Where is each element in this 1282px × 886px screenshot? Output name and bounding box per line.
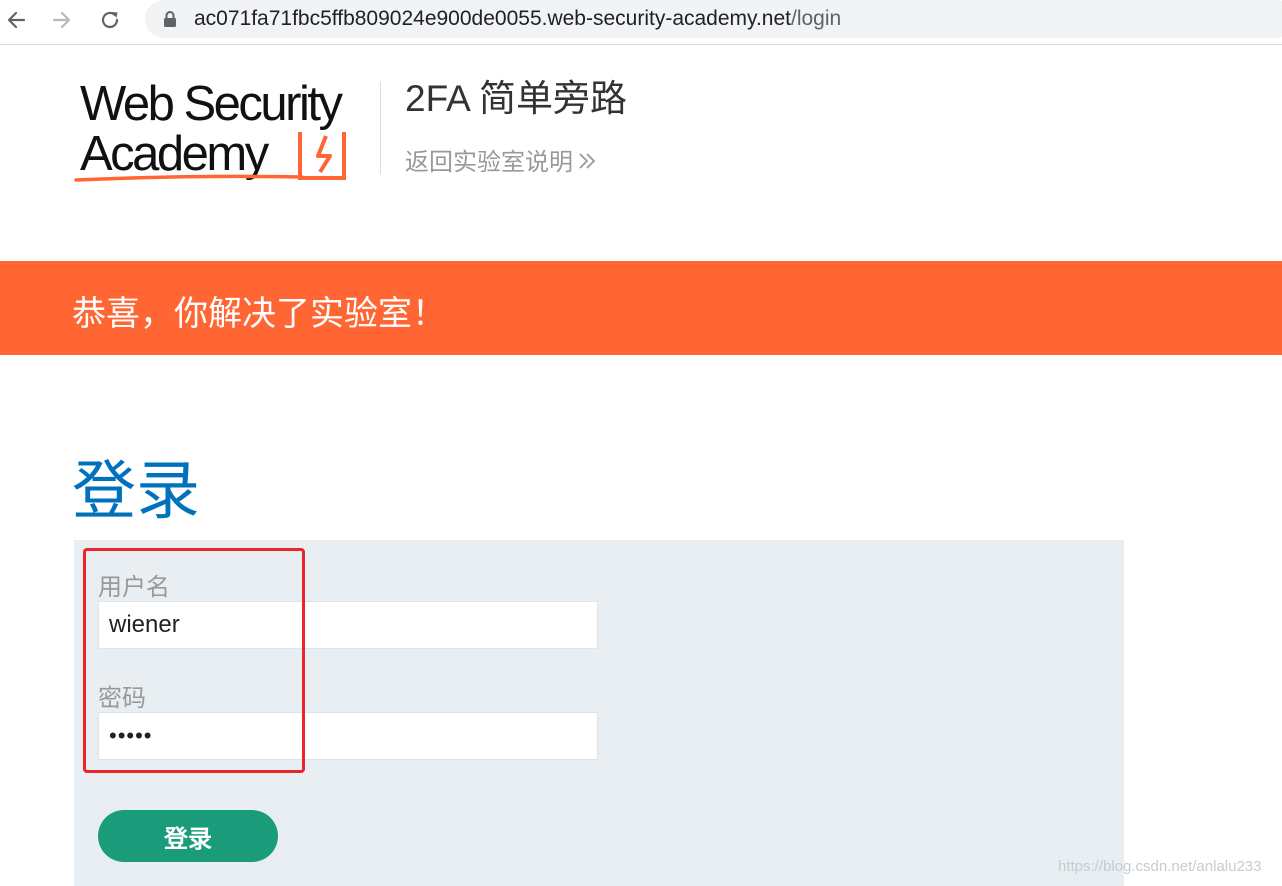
back-to-lab-description-link[interactable]: 返回实验室说明 — [405, 142, 597, 177]
username-label: 用户名 — [98, 574, 170, 601]
forward-button[interactable] — [46, 4, 78, 36]
web-security-academy-logo[interactable]: Web Security Academy — [74, 74, 374, 192]
browser-toolbar: ac071fa71fbc5ffb809024e900de0055.web-sec… — [0, 0, 1282, 45]
lock-icon — [164, 11, 176, 27]
username-input[interactable] — [98, 601, 598, 649]
lab-solved-banner: 恭喜，你解决了实验室！ — [0, 261, 1282, 355]
address-bar[interactable]: ac071fa71fbc5ffb809024e900de0055.web-sec… — [145, 0, 1282, 38]
header-divider — [380, 82, 381, 174]
login-button[interactable]: 登录 — [98, 810, 278, 862]
arrow-right-icon — [52, 11, 71, 29]
url-path: /login — [791, 7, 842, 30]
url-text: ac071fa71fbc5ffb809024e900de0055.web-sec… — [194, 6, 841, 32]
double-chevron-right-icon — [579, 153, 596, 169]
login-heading: 登录 — [72, 455, 200, 527]
back-link-label: 返回实验室说明 — [405, 149, 573, 176]
back-button[interactable] — [0, 4, 32, 36]
lab-title: 2FA 简单旁路 — [405, 78, 628, 119]
arrow-left-icon — [7, 11, 26, 29]
logo-flash-icon — [74, 132, 346, 182]
reload-button[interactable] — [94, 4, 126, 36]
watermark: https://blog.csdn.net/anlalu233 — [1058, 858, 1262, 875]
password-label: 密码 — [98, 685, 146, 712]
password-input[interactable] — [98, 712, 598, 760]
banner-text: 恭喜，你解决了实验室！ — [72, 295, 446, 333]
url-host: ac071fa71fbc5ffb809024e900de0055.web-sec… — [194, 7, 791, 30]
reload-icon — [101, 11, 119, 29]
